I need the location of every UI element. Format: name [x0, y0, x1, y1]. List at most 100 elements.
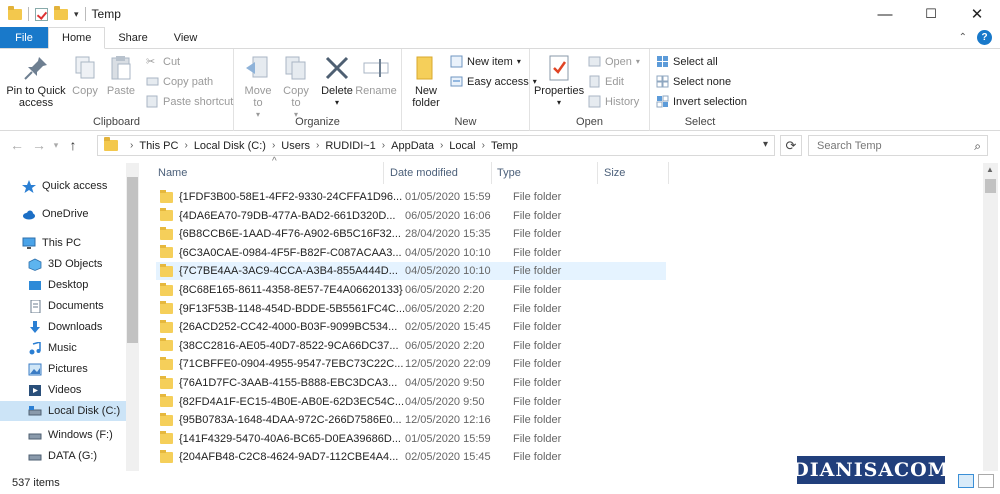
column-name[interactable]: Name: [158, 167, 187, 179]
column-divider[interactable]: [597, 162, 598, 184]
search-icon: ⌕: [974, 139, 981, 153]
organize-group: Move to ▾ Copy to ▾ Delete ▾ Rename Orga…: [234, 49, 402, 131]
up-arrow-icon[interactable]: ↑: [62, 134, 84, 156]
details-view-button[interactable]: [958, 474, 974, 488]
tab-share[interactable]: Share: [105, 27, 160, 48]
move-to-button[interactable]: Move to ▾: [242, 53, 274, 121]
nav-item-this-pc[interactable]: This PC: [22, 233, 81, 253]
nav-item-onedrive[interactable]: OneDrive: [22, 204, 88, 224]
breadcrumb-appdata[interactable]: AppData ›: [391, 140, 449, 152]
properties-button[interactable]: Properties ▾: [534, 53, 584, 109]
folder-icon: [104, 137, 118, 151]
file-row[interactable]: {38CC2816-AE05-40D7-8522-9CA66DC37... 06/…: [156, 337, 666, 355]
scrollbar-thumb[interactable]: [985, 179, 996, 193]
file-row[interactable]: {141F4329-5470-40A6-BC65-D0EA39686D... 01…: [156, 430, 666, 448]
quick-access-toolbar-dropdown-icon[interactable]: ▾: [74, 9, 79, 20]
copy-to-icon: [281, 53, 311, 83]
nav-item-pictures[interactable]: Pictures: [28, 359, 88, 379]
pin-quick-access-button[interactable]: Pin to Quick access: [6, 53, 66, 109]
nav-item-3d-objects[interactable]: 3D Objects: [28, 254, 102, 274]
file-row[interactable]: {95B0783A-1648-4DAA-972C-266D7586E0... 12…: [156, 411, 666, 429]
drive-icon: [28, 429, 42, 442]
forward-arrow-icon[interactable]: →: [28, 134, 50, 156]
copy-button[interactable]: Copy: [70, 53, 100, 97]
breadcrumb-local-disk[interactable]: Local Disk (C:) ›: [194, 140, 281, 152]
minimize-button[interactable]: —: [862, 0, 908, 28]
file-row[interactable]: {82FD4A1F-EC15-4B0E-AB0E-62D3EC54C... 04/…: [156, 393, 666, 411]
maximize-button[interactable]: ☐: [908, 0, 954, 28]
column-divider[interactable]: [383, 162, 384, 184]
delete-button[interactable]: Delete ▾: [320, 53, 354, 109]
file-row[interactable]: {8C68E165-8611-4358-8E57-7E4A06620133} 06…: [156, 281, 666, 299]
file-row-hovered[interactable]: {7C7BE4AA-3AC9-4CCA-A3B4-855A444D... 04/0…: [156, 262, 666, 281]
new-item-button[interactable]: New item ▾: [450, 55, 521, 68]
file-row[interactable]: {9F13F53B-1148-454D-BDDE-5B5561FC4C... 06…: [156, 300, 666, 318]
easy-access-button[interactable]: Easy access ▾: [450, 75, 537, 88]
new-item-icon: [450, 55, 463, 68]
large-icons-view-button[interactable]: [978, 474, 994, 488]
nav-item-downloads[interactable]: Downloads: [28, 317, 102, 337]
paste-shortcut-button[interactable]: Paste shortcut: [146, 95, 233, 108]
file-row[interactable]: {204AFB48-C2C8-4624-9AD7-112CBE4A4... 02/…: [156, 448, 666, 466]
nav-item-videos[interactable]: Videos: [28, 380, 81, 400]
group-label: Select: [684, 116, 716, 128]
column-date-modified[interactable]: Date modified: [390, 167, 458, 179]
tab-view[interactable]: View: [161, 27, 211, 48]
search-input[interactable]: Search Temp ⌕: [808, 135, 988, 156]
rename-button[interactable]: Rename: [355, 53, 397, 97]
column-divider[interactable]: [668, 162, 669, 184]
file-row[interactable]: {71CBFFE0-0904-4955-9547-7EBC73C22C... 12…: [156, 355, 666, 373]
column-size[interactable]: Size: [604, 167, 625, 179]
select-all-button[interactable]: Select all: [656, 55, 718, 68]
breadcrumb-users[interactable]: Users ›: [281, 140, 325, 152]
nav-item-quick-access[interactable]: Quick access: [22, 176, 107, 196]
help-icon[interactable]: ?: [977, 30, 992, 45]
invert-selection-button[interactable]: Invert selection: [656, 95, 747, 108]
select-none-button[interactable]: Select none: [656, 75, 731, 88]
nav-item-data-g[interactable]: DATA (G:): [28, 446, 97, 466]
file-row[interactable]: {6C3A0CAE-0984-4F5F-B82F-C087ACAA3... 04/…: [156, 244, 666, 262]
copy-path-button[interactable]: Copy path: [146, 75, 213, 88]
collapse-ribbon-icon[interactable]: ⌃: [959, 32, 967, 43]
history-button[interactable]: History: [588, 95, 639, 108]
edit-button[interactable]: Edit: [588, 75, 624, 88]
new-folder-button[interactable]: New folder: [408, 53, 444, 109]
breadcrumb-local[interactable]: Local ›: [449, 140, 491, 152]
tab-home[interactable]: Home: [48, 27, 106, 49]
open-button[interactable]: Open ▾: [588, 55, 640, 68]
tab-file[interactable]: File: [0, 27, 48, 48]
nav-item-desktop[interactable]: Desktop: [28, 275, 88, 295]
breadcrumb-user[interactable]: RUDIDI~1 ›: [325, 140, 391, 152]
recent-locations-icon[interactable]: ▾: [50, 134, 62, 156]
nav-pane-scrollbar[interactable]: [126, 163, 139, 471]
nav-item-local-disk-c[interactable]: Local Disk (C:): [0, 401, 126, 421]
close-button[interactable]: ✕: [954, 0, 1000, 28]
nav-item-documents[interactable]: Documents: [28, 296, 104, 316]
copy-path-icon: [146, 75, 159, 88]
new-folder-quick-icon[interactable]: [54, 5, 68, 20]
paste-button[interactable]: Paste: [106, 53, 136, 97]
refresh-icon[interactable]: ⟳: [780, 135, 802, 156]
file-list-scrollbar[interactable]: ▲: [983, 163, 998, 471]
breadcrumb-separator: ›: [130, 140, 134, 151]
column-divider[interactable]: [491, 162, 492, 184]
column-type[interactable]: Type: [497, 167, 521, 179]
edit-icon: [588, 75, 601, 88]
scroll-up-icon[interactable]: ▲: [986, 165, 994, 174]
properties-check-icon[interactable]: [35, 7, 48, 21]
file-row[interactable]: {4DA6EA70-79DB-477A-BAD2-661D320D... 06/0…: [156, 207, 666, 225]
copy-to-button[interactable]: Copy to ▾: [280, 53, 312, 121]
nav-item-windows-f[interactable]: Windows (F:): [28, 425, 113, 445]
cut-button[interactable]: ✂ Cut: [146, 55, 180, 69]
back-arrow-icon[interactable]: ←: [6, 134, 28, 156]
file-row[interactable]: {1FDF3B00-58E1-4FF2-9330-24CFFA1D96... 01…: [156, 188, 666, 206]
file-row[interactable]: {26ACD252-CC42-4000-B03F-9099BC534... 02/…: [156, 318, 666, 336]
breadcrumb-this-pc[interactable]: This PC ›: [139, 140, 193, 152]
breadcrumb-temp[interactable]: Temp: [491, 140, 518, 152]
file-row[interactable]: {76A1D7FC-3AAB-4155-B888-EBC3DCA3... 04/0…: [156, 374, 666, 392]
address-bar[interactable]: › This PC › Local Disk (C:) › Users › RUDID…: [97, 135, 775, 156]
address-dropdown-icon[interactable]: ▾: [763, 139, 768, 150]
scrollbar-thumb[interactable]: [127, 177, 138, 343]
file-row[interactable]: {6B8CCB6E-1AAD-4F76-A902-6B5C16F32... 28/…: [156, 225, 666, 243]
nav-item-music[interactable]: Music: [28, 338, 77, 358]
